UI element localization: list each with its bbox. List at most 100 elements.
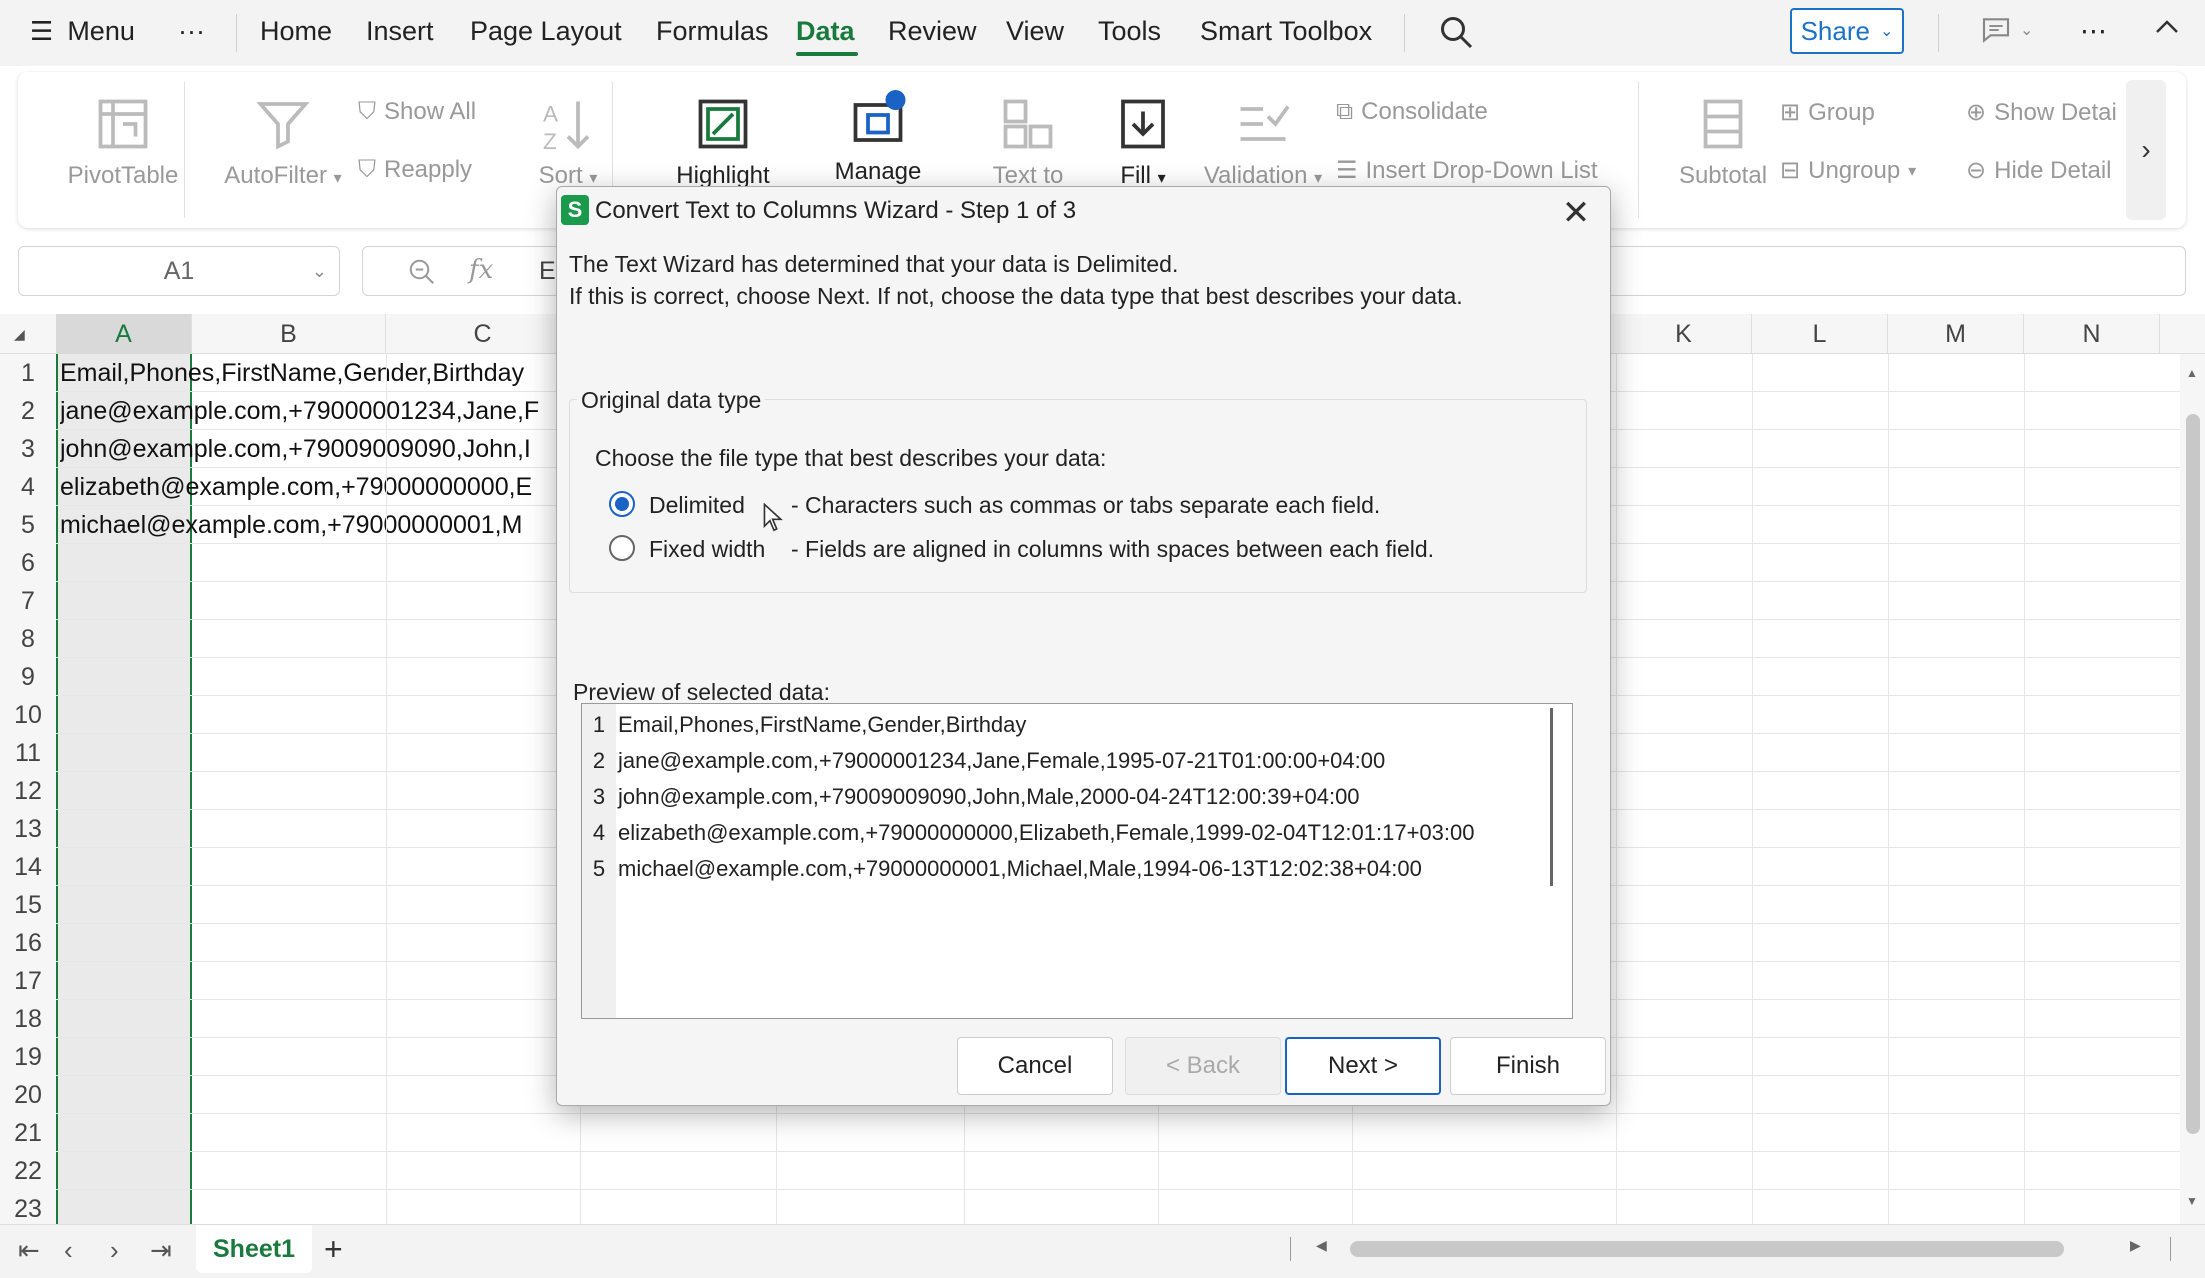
column-header-b[interactable]: B	[192, 314, 386, 354]
ungroup-button[interactable]: ⊟ Ungroup ▾	[1780, 156, 1916, 185]
group-button[interactable]: ⊞ Group	[1780, 98, 1875, 127]
tab-formulas[interactable]: Formulas	[656, 16, 769, 47]
cell-a2[interactable]: jane@example.com,+79000001234,Jane,F	[60, 397, 556, 426]
column-header-c[interactable]: C	[386, 314, 580, 354]
show-detail-button[interactable]: ⊕ Show Detai	[1966, 98, 2117, 127]
manage-button[interactable]: Manage	[798, 90, 958, 186]
reapply-button[interactable]: ⛉ Reapply	[358, 156, 472, 184]
row-header[interactable]: 3	[0, 430, 56, 468]
add-sheet-button[interactable]: +	[324, 1231, 343, 1268]
comment-button[interactable]: ⌄	[1980, 14, 2033, 46]
row-header[interactable]: 16	[0, 924, 56, 962]
column-header-n[interactable]: N	[2024, 314, 2160, 354]
validation-button[interactable]: Validation ▾	[1178, 94, 1348, 190]
tab-insert[interactable]: Insert	[366, 16, 434, 47]
hide-detail-button[interactable]: ⊖ Hide Detail	[1966, 156, 2112, 185]
consolidate-button[interactable]: ⧉ Consolidate	[1336, 98, 1488, 126]
close-icon[interactable]: ✕	[1556, 193, 1596, 233]
more-options-button[interactable]: ···	[178, 16, 205, 47]
row-header[interactable]: 7	[0, 582, 56, 620]
column-header-m[interactable]: M	[1888, 314, 2024, 354]
preview-scrollbar[interactable]	[1550, 708, 1553, 886]
row-header[interactable]: 5	[0, 506, 56, 544]
column-header-l[interactable]: L	[1752, 314, 1888, 354]
row-header[interactable]: 19	[0, 1038, 56, 1076]
cell-a5[interactable]: michael@example.com,+79000000001,M	[60, 511, 556, 540]
row-header[interactable]: 22	[0, 1152, 56, 1190]
scroll-up-icon[interactable]: ▲	[2186, 366, 2198, 380]
select-all-icon[interactable]: ◢	[14, 326, 25, 343]
cell-a3[interactable]: john@example.com,+79009009090,John,I	[60, 435, 556, 464]
mouse-cursor-icon	[763, 502, 785, 538]
first-sheet-icon[interactable]: ⇤	[18, 1235, 40, 1266]
row-header[interactable]: 12	[0, 772, 56, 810]
row-header[interactable]: 15	[0, 886, 56, 924]
row-header[interactable]: 9	[0, 658, 56, 696]
sort-button[interactable]: AZ Sort ▾	[518, 94, 618, 190]
name-box[interactable]: A1 ⌄	[18, 246, 340, 296]
tab-data[interactable]: Data	[796, 16, 855, 47]
back-button[interactable]: < Back	[1125, 1037, 1281, 1095]
delimited-radio[interactable]	[609, 491, 635, 517]
sheet-tab-sheet1[interactable]: Sheet1	[196, 1225, 312, 1273]
row-header[interactable]: 4	[0, 468, 56, 506]
subtotal-button[interactable]: Subtotal	[1658, 94, 1788, 190]
row-header[interactable]: 21	[0, 1114, 56, 1152]
column-header-k[interactable]: K	[1616, 314, 1752, 354]
collapse-ribbon-icon[interactable]	[2152, 12, 2182, 49]
gridline	[386, 354, 387, 1224]
highlight-duplicates-button[interactable]: Highlight	[638, 94, 808, 190]
more-actions-icon[interactable]: ⋯	[2080, 16, 2107, 47]
last-sheet-icon[interactable]: ⇥	[150, 1235, 172, 1266]
autofilter-button[interactable]: AutoFilter ▾	[208, 94, 358, 190]
vertical-scrollbar-thumb[interactable]	[2186, 414, 2200, 1134]
text-to-columns-button[interactable]: Text to	[958, 94, 1098, 190]
menu-button[interactable]: ☰ Menu	[30, 16, 135, 47]
tab-view[interactable]: View	[1006, 16, 1064, 47]
tab-home[interactable]: Home	[260, 16, 332, 47]
show-all-button[interactable]: ⛉ Show All	[358, 98, 476, 126]
row-header[interactable]: 20	[0, 1076, 56, 1114]
row-header[interactable]: 1	[0, 354, 56, 392]
row-header[interactable]: 17	[0, 962, 56, 1000]
fixed-width-label[interactable]: Fixed width	[649, 536, 765, 563]
vertical-scrollbar[interactable]: ▲ ▼	[2180, 354, 2205, 1224]
search-icon[interactable]	[1438, 14, 1474, 57]
fixed-width-radio[interactable]	[609, 535, 635, 561]
pivottable-button[interactable]: PivotTable	[48, 94, 198, 190]
cell-a1[interactable]: Email,Phones,FirstName,Gender,Birthday	[60, 359, 556, 388]
tab-tools[interactable]: Tools	[1098, 16, 1161, 47]
scroll-right-icon[interactable]: ▶	[2130, 1237, 2141, 1254]
share-button[interactable]: Share ⌄	[1790, 8, 1904, 54]
next-sheet-icon[interactable]: ›	[110, 1235, 119, 1266]
insert-dropdown-list-button[interactable]: ☰ Insert Drop-Down List	[1336, 156, 1598, 185]
zoom-formula-icon[interactable]	[407, 257, 437, 292]
ribbon-scroll-right-icon[interactable]: ›	[2126, 80, 2166, 220]
scroll-left-icon[interactable]: ◀	[1316, 1237, 1327, 1254]
scroll-down-icon[interactable]: ▼	[2186, 1194, 2198, 1208]
previous-sheet-icon[interactable]: ‹	[64, 1235, 73, 1266]
row-header[interactable]: 2	[0, 392, 56, 430]
row-header[interactable]: 13	[0, 810, 56, 848]
row-header[interactable]: 10	[0, 696, 56, 734]
dropdown-list-icon: ☰	[1336, 157, 1358, 184]
tab-review[interactable]: Review	[888, 16, 977, 47]
tab-smart-toolbox[interactable]: Smart Toolbox	[1200, 16, 1372, 47]
column-header-a[interactable]: A	[56, 314, 192, 354]
row-header[interactable]: 14	[0, 848, 56, 886]
row-header[interactable]: 8	[0, 620, 56, 658]
data-preview-box[interactable]: 1 Email,Phones,FirstName,Gender,Birthday 2…	[581, 703, 1573, 1019]
finish-button[interactable]: Finish	[1450, 1037, 1606, 1095]
row-header[interactable]: 23	[0, 1190, 56, 1228]
horizontal-scrollbar-thumb[interactable]	[1350, 1241, 2064, 1257]
row-header[interactable]: 6	[0, 544, 56, 582]
cancel-button[interactable]: Cancel	[957, 1037, 1113, 1095]
row-header[interactable]: 18	[0, 1000, 56, 1038]
delimited-label[interactable]: Delimited	[649, 492, 745, 519]
cell-a4[interactable]: elizabeth@example.com,+79000000000,E	[60, 473, 556, 502]
next-button[interactable]: Next >	[1285, 1037, 1441, 1095]
row-header[interactable]: 11	[0, 734, 56, 772]
fill-button[interactable]: Fill ▾	[1098, 94, 1188, 190]
tab-page-layout[interactable]: Page Layout	[470, 16, 622, 47]
fx-icon[interactable]: fx	[469, 255, 493, 285]
